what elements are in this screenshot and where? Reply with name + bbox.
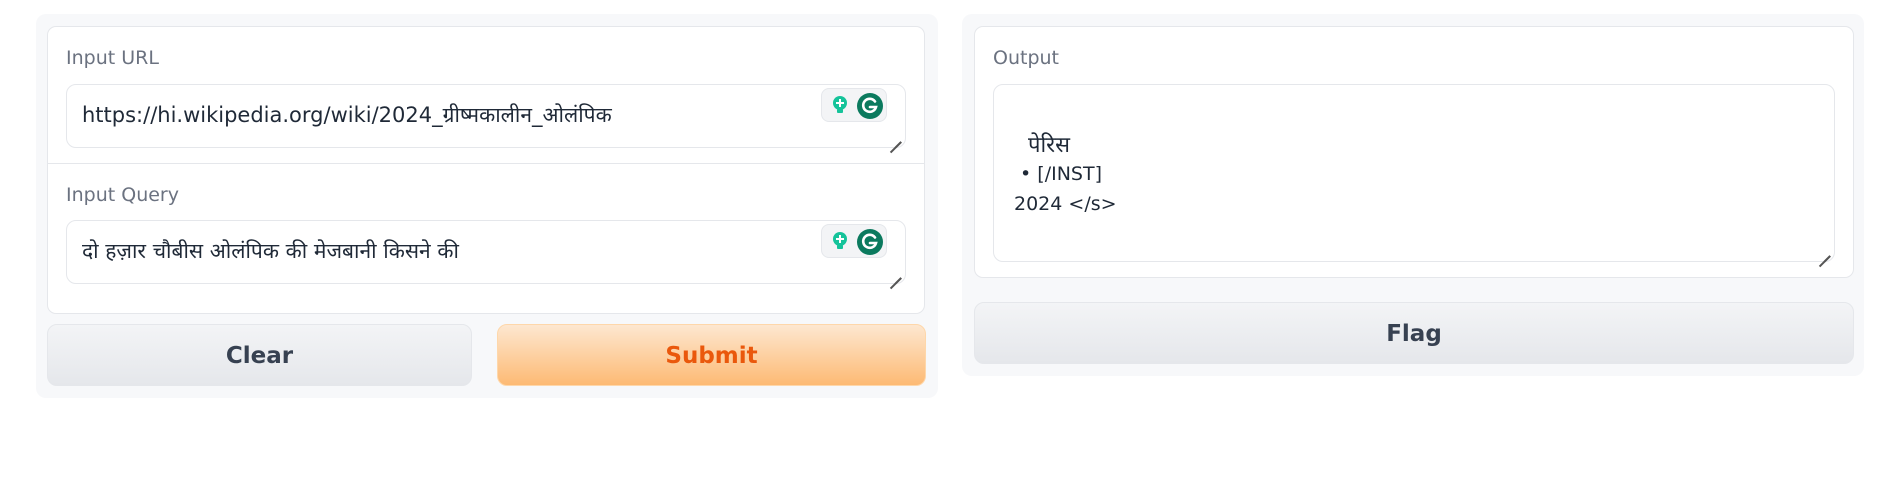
flag-button[interactable]: Flag xyxy=(974,302,1854,364)
submit-button[interactable]: Submit xyxy=(497,324,926,386)
resize-handle-icon[interactable] xyxy=(889,131,901,143)
query-input[interactable]: दो हज़ार चौबीस ओलंपिक की मेजबानी किसने क… xyxy=(66,220,906,284)
url-field-group: Input URL https://hi.wikipedia.org/wiki/… xyxy=(48,27,924,162)
url-input-value: https://hi.wikipedia.org/wiki/2024_ग्रीष… xyxy=(82,103,612,127)
lightbulb-icon[interactable] xyxy=(828,93,852,117)
output-textbox[interactable]: पेरिस • [/INST] 2024 </s> xyxy=(993,84,1835,262)
output-line: 2024 </s> xyxy=(1014,193,1117,215)
output-card: Output पेरिस • [/INST] 2024 </s> xyxy=(974,26,1854,278)
query-input-value: दो हज़ार चौबीस ओलंपिक की मेजबानी किसने क… xyxy=(82,239,459,263)
grammarly-icon[interactable] xyxy=(856,228,884,256)
output-line: पेरिस xyxy=(1014,133,1071,158)
grammarly-icon[interactable] xyxy=(856,92,884,120)
inputs-card: Input URL https://hi.wikipedia.org/wiki/… xyxy=(47,26,925,314)
url-input[interactable]: https://hi.wikipedia.org/wiki/2024_ग्रीष… xyxy=(66,84,906,148)
resize-handle-icon[interactable] xyxy=(1818,245,1830,257)
query-field-group: Input Query दो हज़ार चौबीस ओलंपिक की मेज… xyxy=(48,163,924,313)
output-line: • [/INST] xyxy=(1014,163,1102,185)
grammarly-widget[interactable] xyxy=(821,88,887,122)
query-label: Input Query xyxy=(66,184,179,206)
url-label: Input URL xyxy=(66,47,159,69)
input-panel: Input URL https://hi.wikipedia.org/wiki/… xyxy=(36,14,938,398)
output-label: Output xyxy=(993,47,1059,69)
resize-handle-icon[interactable] xyxy=(889,267,901,279)
clear-button[interactable]: Clear xyxy=(47,324,472,386)
grammarly-widget[interactable] xyxy=(821,224,887,258)
output-panel: Output पेरिस • [/INST] 2024 </s> Flag xyxy=(962,14,1864,376)
lightbulb-icon[interactable] xyxy=(828,229,852,253)
